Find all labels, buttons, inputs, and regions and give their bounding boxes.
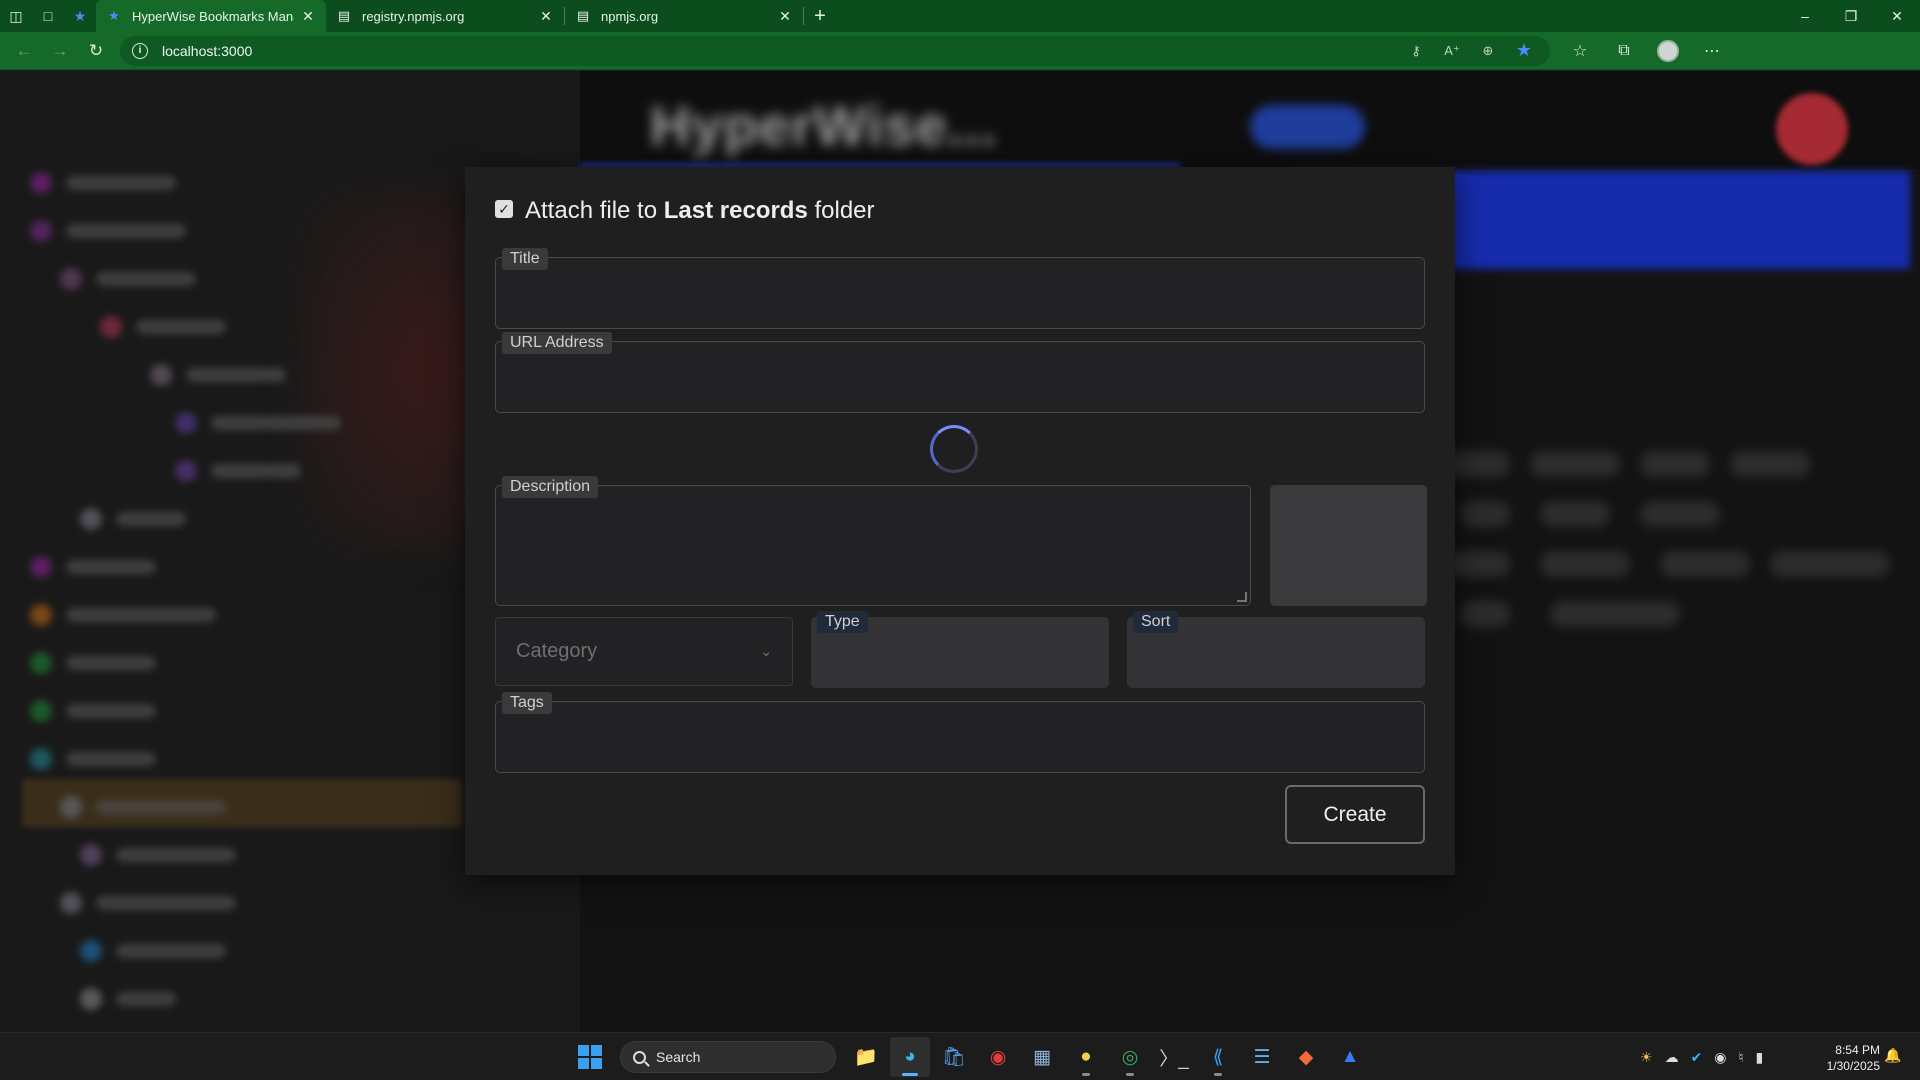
description-textarea[interactable]	[496, 486, 1250, 605]
clock-date: 1/30/2025	[1826, 1059, 1880, 1073]
minimize-icon[interactable]: –	[1782, 0, 1828, 32]
file-explorer-icon[interactable]: 📁	[846, 1037, 886, 1077]
profile-avatar[interactable]	[1646, 36, 1690, 66]
category-select[interactable]: Category ⌄	[495, 617, 793, 686]
resize-handle-icon[interactable]	[1237, 592, 1247, 602]
volume-muted-icon[interactable]: ♮	[1739, 1049, 1744, 1066]
tips-bulb-icon[interactable]: ●	[1066, 1037, 1106, 1077]
read-aloud-icon[interactable]: A⁺	[1438, 38, 1466, 64]
page-icon: ▤	[576, 8, 590, 23]
notification-bell-icon[interactable]: 🔔	[1884, 1047, 1901, 1064]
pinned-bookmark-star-icon[interactable]: ★	[64, 0, 96, 32]
chevron-down-icon: ⌄	[760, 643, 772, 659]
restore-icon[interactable]: ❐	[1828, 0, 1874, 32]
favorite-star-icon[interactable]: ★	[1510, 38, 1538, 64]
git-icon[interactable]: ◆	[1286, 1037, 1326, 1077]
sidebar-toggle-icon[interactable]: ◫	[0, 0, 32, 32]
create-bookmark-dialog: ✓ Attach file to Last records folder Tit…	[465, 167, 1455, 875]
search-icon	[633, 1050, 646, 1064]
vscode-icon[interactable]: ⟪	[1198, 1037, 1238, 1077]
tab-hyperwise[interactable]: ★ HyperWise Bookmarks Manager ✕	[96, 0, 326, 32]
create-button[interactable]: Create	[1285, 785, 1425, 844]
network-icon[interactable]: ◉	[1714, 1049, 1726, 1066]
browser-tab-bar: ◫ □ ★ ★ HyperWise Bookmarks Manager ✕ ▤ …	[0, 0, 1920, 32]
back-arrow-icon[interactable]: ←	[6, 36, 42, 66]
terminal-icon[interactable]: 〉_	[1154, 1037, 1194, 1077]
bookmark-star-icon: ★	[108, 8, 120, 23]
mongodb-icon[interactable]: ◎	[1110, 1037, 1150, 1077]
tab-title: HyperWise Bookmarks Manager	[132, 8, 294, 24]
taskbar-search-label: Search	[656, 1049, 701, 1065]
close-tab-icon[interactable]: ✕	[777, 8, 793, 24]
url-input[interactable]: i localhost:3000 ⚷ A⁺ ⊕ ★	[120, 35, 1550, 66]
url-address-input[interactable]	[496, 342, 1424, 412]
forward-arrow-icon[interactable]: →	[42, 36, 78, 66]
close-tab-icon[interactable]: ✕	[300, 8, 316, 24]
taskbar-search[interactable]: Search	[620, 1041, 836, 1073]
tab-npmjs[interactable]: ▤ npmjs.org ✕	[565, 0, 803, 32]
image-preview[interactable]	[1270, 485, 1427, 606]
tags-field: Tags	[495, 692, 1425, 773]
url-text: localhost:3000	[162, 42, 253, 59]
collections-icon[interactable]: ⧉	[1602, 36, 1646, 66]
close-tab-icon[interactable]: ✕	[538, 8, 554, 24]
category-placeholder: Category	[516, 640, 598, 662]
attach-file-checkbox[interactable]: ✓	[495, 200, 513, 218]
tab-registry-npmjs[interactable]: ▤ registry.npmjs.org ✕	[326, 0, 564, 32]
tags-input[interactable]	[496, 702, 1424, 772]
close-window-icon[interactable]: ✕	[1874, 0, 1920, 32]
title-input[interactable]	[496, 258, 1424, 328]
key-icon[interactable]: ⚷	[1402, 38, 1430, 64]
sort-label: Sort	[1133, 611, 1179, 633]
favorites-icon[interactable]: ☆	[1558, 36, 1602, 66]
type-label: Type	[817, 611, 868, 633]
new-tab-icon[interactable]: +	[804, 0, 836, 32]
address-bar: ← → ↻ i localhost:3000 ⚷ A⁺ ⊕ ★ ☆ ⧉ ⋯	[0, 32, 1920, 70]
taskbar-apps: Search 📁 ◕ 🛍 ◉ ▦ ● ◎ 〉_ ⟪ ☰ ◆ ▲	[570, 1037, 1370, 1077]
weather-icon[interactable]: ☀	[1640, 1049, 1653, 1066]
site-info-icon[interactable]: i	[132, 42, 148, 59]
more-menu-icon[interactable]: ⋯	[1690, 36, 1734, 66]
notepad-icon[interactable]: ☰	[1242, 1037, 1282, 1077]
attach-file-row: ✓ Attach file to Last records folder	[495, 197, 875, 225]
security-icon[interactable]: ✔	[1691, 1049, 1703, 1066]
clock-time: 8:54 PM	[1835, 1043, 1880, 1057]
window-controls: – ❐ ✕	[1782, 0, 1920, 32]
battery-icon[interactable]: ▮	[1756, 1049, 1764, 1066]
record-icon[interactable]: ◉	[978, 1037, 1018, 1077]
taskbar-clock[interactable]: 8:54 PM 1/30/2025	[1818, 1042, 1880, 1074]
description-field: Description	[495, 476, 1251, 606]
title-field: Title	[495, 248, 1425, 329]
attach-file-label: Attach file to Last records folder	[525, 197, 875, 224]
system-tray: ☀ ☁ ✔ ◉ ♮ ▮	[1640, 1033, 1763, 1080]
onedrive-icon[interactable]: ☁	[1665, 1049, 1679, 1066]
type-field[interactable]: Type	[811, 611, 1109, 688]
url-field: URL Address	[495, 332, 1425, 413]
edge-browser-icon[interactable]: ◕	[890, 1037, 930, 1077]
tab-title: registry.npmjs.org	[362, 8, 465, 24]
loading-spinner	[930, 425, 978, 473]
zoom-icon[interactable]: ⊕	[1474, 38, 1502, 64]
tab-actions-icon[interactable]: □	[32, 0, 64, 32]
sort-field[interactable]: Sort	[1127, 611, 1425, 688]
taskbar: Search 📁 ◕ 🛍 ◉ ▦ ● ◎ 〉_ ⟪ ☰ ◆ ▲ ☀ ☁ ✔ ◉ …	[0, 1032, 1920, 1080]
refresh-icon[interactable]: ↻	[78, 36, 114, 66]
app-shark-icon[interactable]: ▲	[1330, 1037, 1370, 1077]
store-icon[interactable]: 🛍	[934, 1037, 974, 1077]
tab-title: npmjs.org	[601, 8, 659, 24]
windows-start-icon[interactable]	[570, 1037, 610, 1077]
page-icon: ▤	[337, 8, 351, 23]
remote-desktop-icon[interactable]: ▦	[1022, 1037, 1062, 1077]
